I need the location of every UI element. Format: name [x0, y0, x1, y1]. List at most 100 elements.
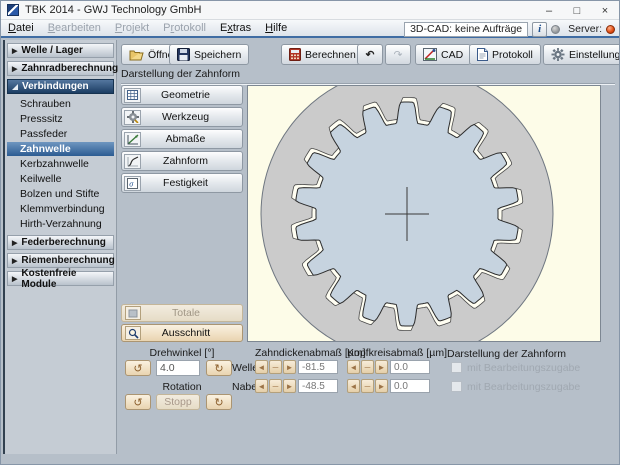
protocol-button[interactable]: Protokoll	[469, 44, 541, 65]
info-icon[interactable]: i	[532, 21, 548, 37]
chevron-right-icon: ▶	[12, 65, 18, 73]
sidebar-section-zahnradberechnung[interactable]: ▶ Zahnradberechnung	[7, 61, 118, 76]
sidebar-item-presssitz[interactable]: Presssitz	[7, 112, 114, 126]
nabe-tooth-input[interactable]	[298, 379, 338, 393]
settings-button[interactable]: Einstellungen	[543, 44, 619, 65]
cad-drawing-icon	[423, 48, 437, 61]
nabe-tip-stepper: ◄ ─ ►	[347, 379, 388, 393]
save-button-label: Speichern	[194, 48, 242, 61]
rotation-cw-button[interactable]: ↻	[206, 394, 232, 410]
menu-protokoll: Protokoll	[163, 22, 206, 34]
chevron-right-icon: ▶	[12, 257, 18, 265]
welle-tooth-input[interactable]	[298, 360, 338, 374]
menu-bar: Datei Bearbeiten Projekt Protokoll Extra…	[1, 20, 619, 38]
cad-button-label: CAD	[441, 48, 464, 61]
sidebar-section-verbindungen[interactable]: Verbindungen	[7, 79, 114, 94]
save-diskette-icon	[177, 48, 190, 61]
increment-icon[interactable]: ►	[375, 379, 388, 393]
menu-extras[interactable]: Extras	[213, 20, 258, 36]
geometrie-grid-icon	[124, 87, 141, 103]
welle-tooth-stepper: ◄ ─ ►	[255, 360, 296, 374]
document-icon	[477, 48, 488, 61]
reset-icon[interactable]: ─	[269, 360, 282, 374]
decrement-icon[interactable]: ◄	[347, 360, 360, 374]
festigkeit-button-label: Festigkeit	[163, 177, 208, 189]
cad-button[interactable]: CAD	[415, 44, 472, 65]
sidebar-section-label: Federberechnung	[21, 237, 106, 248]
geometrie-button[interactable]: Geometrie	[121, 85, 243, 105]
abmasse-button[interactable]: Abmaße	[121, 129, 243, 149]
decrement-icon[interactable]: ◄	[255, 360, 268, 374]
maximize-button[interactable]: □	[563, 1, 591, 20]
sidebar-section-welle-lager[interactable]: ▶ Welle / Lager	[7, 43, 114, 58]
werkzeug-button-label: Werkzeug	[161, 111, 210, 123]
expanded-triangle-icon	[12, 83, 18, 90]
sidebar-item-hirth-verzahnung[interactable]: Hirth-Verzahnung	[7, 217, 114, 231]
menu-datei[interactable]: Datei	[1, 20, 41, 36]
decrement-icon[interactable]: ◄	[255, 379, 268, 393]
nabe-tooth-stepper: ◄ ─ ►	[255, 379, 296, 393]
welle-tip-stepper: ◄ ─ ►	[347, 360, 388, 374]
stopp-button: Stopp	[156, 394, 200, 410]
werkzeug-button[interactable]: Werkzeug	[121, 107, 243, 127]
ausschnitt-button[interactable]: Ausschnitt	[121, 324, 243, 342]
tooth-form-canvas[interactable]	[247, 85, 601, 342]
rotate-cw-button[interactable]: ↻	[206, 360, 232, 376]
rotation-label: Rotation	[162, 381, 202, 393]
sidebar: ▶ Welle / Lager ▶ Zahnradberechnung Verb…	[3, 40, 118, 454]
kopfkreisabmass-header: Kopfkreisabmaß [µm]	[347, 347, 447, 359]
menu-hilfe[interactable]: Hilfe	[258, 20, 294, 36]
redo-button: ↷	[385, 44, 411, 65]
rotation-ccw-button[interactable]: ↺	[125, 394, 151, 410]
zahnform-curve-icon	[124, 153, 141, 169]
sidebar-item-bolzen-und-stifte[interactable]: Bolzen und Stifte	[7, 187, 114, 201]
festigkeit-button[interactable]: σ Festigkeit	[121, 173, 243, 193]
angle-input[interactable]	[156, 360, 200, 376]
rotate-ccw-button[interactable]: ↺	[125, 360, 151, 376]
sidebar-section-riemenberechnung[interactable]: ▶ Riemenberechnung	[7, 253, 115, 268]
calculate-button[interactable]: Berechnen	[281, 44, 364, 65]
increment-icon[interactable]: ►	[283, 379, 296, 393]
decrement-icon[interactable]: ◄	[347, 379, 360, 393]
minimize-button[interactable]: –	[535, 1, 563, 20]
bearbeitungszugabe-checkbox-1	[451, 362, 462, 373]
sidebar-item-passfeder[interactable]: Passfeder	[7, 127, 114, 141]
protocol-button-label: Protokoll	[492, 48, 533, 61]
sidebar-item-keilwelle[interactable]: Keilwelle	[7, 172, 114, 186]
undo-button[interactable]: ↶	[357, 44, 383, 65]
nabe-tip-input[interactable]	[390, 379, 430, 393]
sidebar-section-federberechnung[interactable]: ▶ Federberechnung	[7, 235, 114, 250]
rotate-cw-icon: ↻	[214, 396, 224, 409]
zahnform-button[interactable]: Zahnform	[121, 151, 243, 171]
rotate-ccw-icon: ↺	[133, 396, 143, 409]
bearbeitungszugabe-label-1: mit Bearbeitungszugabe	[467, 362, 581, 374]
sidebar-section-kostenfreie-module[interactable]: ▶ Kostenfreie Module	[7, 268, 114, 290]
bearbeitungszugabe-label-2: mit Bearbeitungszugabe	[467, 381, 581, 393]
ausschnitt-button-label: Ausschnitt	[161, 327, 211, 339]
save-button[interactable]: Speichern	[169, 44, 250, 65]
app-window: TBK 2014 - GWJ Technology GmbH – □ × Dat…	[0, 0, 620, 465]
chevron-right-icon: ▶	[12, 47, 18, 55]
server-status-indicator	[606, 24, 615, 34]
sidebar-item-schrauben[interactable]: Schrauben	[7, 97, 114, 111]
increment-icon[interactable]: ►	[283, 360, 296, 374]
open-folder-icon	[129, 50, 144, 60]
undo-icon: ↶	[365, 48, 375, 61]
reset-icon[interactable]: ─	[269, 379, 282, 393]
redo-icon: ↷	[393, 48, 403, 61]
increment-icon[interactable]: ►	[375, 360, 388, 374]
magnifier-icon	[125, 326, 141, 340]
window-title: TBK 2014 - GWJ Technology GmbH	[25, 4, 202, 16]
calculate-button-label: Berechnen	[305, 48, 356, 61]
totale-button-label: Totale	[171, 307, 201, 319]
sidebar-item-zahnwelle[interactable]: Zahnwelle	[7, 142, 114, 156]
sidebar-item-klemmverbindung[interactable]: Klemmverbindung	[7, 202, 114, 216]
reset-icon[interactable]: ─	[361, 360, 374, 374]
sidebar-item-kerbzahnwelle[interactable]: Kerbzahnwelle	[7, 157, 114, 171]
close-button[interactable]: ×	[591, 1, 619, 20]
welle-tip-input[interactable]	[390, 360, 430, 374]
reset-icon[interactable]: ─	[361, 379, 374, 393]
app-logo-icon	[7, 4, 19, 16]
sidebar-section-label: Welle / Lager	[21, 45, 83, 56]
zahnform-button-label: Zahnform	[163, 155, 208, 167]
